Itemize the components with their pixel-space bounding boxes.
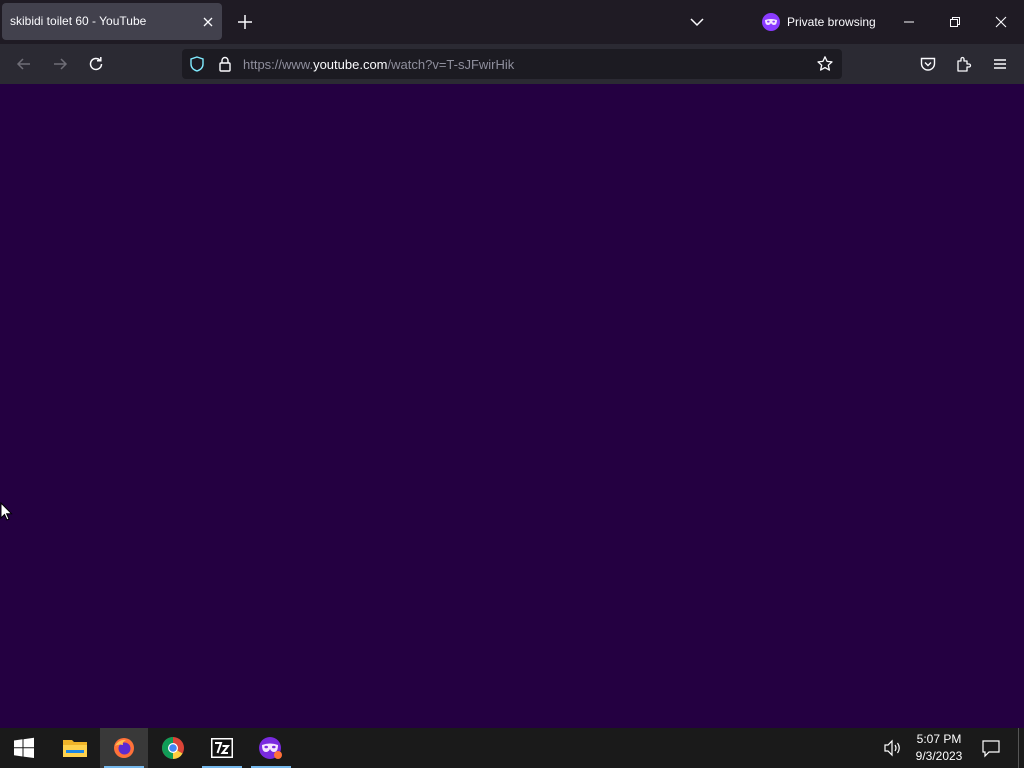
taskbar: 5:07 PM 9/3/2023	[0, 728, 1024, 768]
reload-icon	[89, 57, 103, 71]
url-prefix: https://www.	[243, 57, 314, 72]
system-clock[interactable]: 5:07 PM 9/3/2023	[910, 731, 968, 765]
private-browsing-indicator: Private browsing	[762, 12, 876, 32]
start-button[interactable]	[0, 728, 48, 768]
close-icon	[203, 17, 213, 27]
page-content[interactable]	[0, 84, 1024, 728]
puzzle-piece-icon	[957, 56, 972, 72]
taskbar-firefox-private[interactable]	[247, 728, 295, 768]
taskbar-firefox[interactable]	[100, 728, 148, 768]
reload-button[interactable]	[85, 53, 107, 75]
tab-close-button[interactable]	[198, 12, 218, 32]
action-center-button[interactable]	[980, 737, 1002, 759]
taskbar-7zip[interactable]	[198, 728, 246, 768]
clock-time: 5:07 PM	[916, 732, 962, 746]
url-domain: youtube.com	[313, 57, 388, 72]
private-browsing-label: Private browsing	[787, 15, 876, 29]
restore-button[interactable]	[932, 0, 978, 44]
private-mask-icon	[762, 13, 780, 31]
7zip-logo-icon	[211, 738, 233, 758]
tab-active[interactable]: skibidi toilet 60 - YouTube	[2, 3, 222, 40]
windows-logo-icon	[14, 737, 34, 758]
back-button[interactable]	[13, 53, 35, 75]
app-menu-button[interactable]	[989, 53, 1011, 75]
url-text[interactable]: https://www.youtube.com/watch?v=T-sJFwir…	[243, 57, 514, 72]
list-all-tabs-button[interactable]	[686, 11, 708, 33]
arrow-right-icon	[54, 58, 68, 70]
pocket-button[interactable]	[917, 53, 939, 75]
close-window-button[interactable]	[978, 0, 1024, 44]
tab-strip: skibidi toilet 60 - YouTube Private brow…	[0, 0, 1024, 44]
url-path: /watch?v=T-sJFwirHik	[387, 57, 515, 72]
private-browsing-logo-icon	[259, 737, 282, 759]
notification-icon	[982, 740, 1000, 758]
address-bar[interactable]: https://www.youtube.com/watch?v=T-sJFwir…	[182, 49, 842, 79]
lock-icon[interactable]	[216, 55, 234, 73]
folder-icon	[63, 740, 87, 757]
hamburger-menu-icon	[994, 59, 1006, 69]
show-desktop-button[interactable]	[1018, 728, 1019, 768]
speaker-icon	[884, 739, 900, 757]
taskbar-chrome[interactable]	[149, 728, 197, 768]
tracking-protection-shield-icon[interactable]	[188, 55, 206, 73]
tab-title: skibidi toilet 60 - YouTube	[10, 14, 147, 28]
minimize-icon	[904, 21, 914, 23]
mouse-cursor-icon	[0, 502, 13, 521]
chevron-down-icon	[690, 18, 704, 27]
plus-icon	[238, 15, 252, 29]
clock-date: 9/3/2023	[915, 749, 963, 763]
close-icon	[995, 16, 1007, 28]
chrome-logo-icon	[162, 737, 184, 759]
extensions-button[interactable]	[953, 53, 975, 75]
taskbar-file-explorer[interactable]	[51, 728, 99, 768]
forward-button[interactable]	[49, 53, 71, 75]
new-tab-button[interactable]	[234, 11, 256, 33]
restore-icon	[950, 17, 960, 27]
arrow-left-icon	[16, 58, 30, 70]
star-icon	[817, 56, 833, 71]
firefox-logo-icon	[114, 738, 134, 758]
volume-tray-button[interactable]	[882, 737, 904, 759]
navigation-toolbar: https://www.youtube.com/watch?v=T-sJFwir…	[0, 44, 1024, 84]
pocket-icon	[920, 57, 936, 71]
minimize-button[interactable]	[886, 0, 932, 44]
bookmark-star-button[interactable]	[816, 55, 834, 73]
